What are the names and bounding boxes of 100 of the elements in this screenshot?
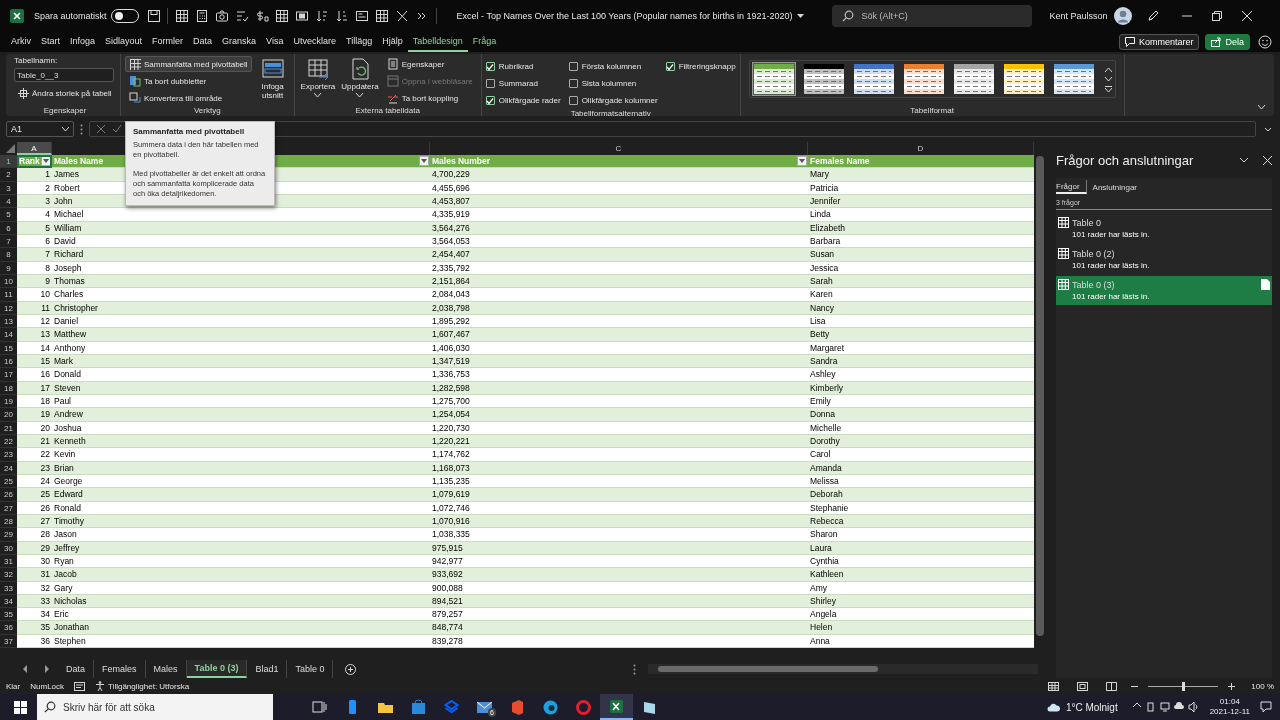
checkbox-label: Filtreringsknapp bbox=[678, 62, 736, 71]
table-cell: Donna bbox=[808, 408, 1034, 422]
ribbon-button[interactable]: Konvertera till område bbox=[125, 90, 252, 106]
table-cell: Andrew bbox=[52, 408, 430, 422]
accessibility-button[interactable]: Tillgänglighet: Utforska bbox=[95, 681, 190, 691]
ribbon-tab[interactable]: Infoga bbox=[65, 32, 101, 52]
table-cell: 4,335,919 bbox=[430, 208, 808, 222]
table-cell: Karen bbox=[808, 288, 1034, 302]
column-title: Females Name bbox=[810, 155, 870, 168]
table-cell: Matthew bbox=[52, 328, 430, 342]
table-cell: 1,174,762 bbox=[430, 448, 808, 462]
group-label: Verktyg bbox=[192, 106, 222, 115]
insert-slicer-button[interactable]: Infoga utsnitt bbox=[255, 56, 290, 106]
table-cell: Carol bbox=[808, 448, 1034, 462]
ribbon-tab[interactable]: Hjälp bbox=[377, 32, 408, 52]
table-cell: 1,038,335 bbox=[430, 528, 808, 542]
pane-tab[interactable]: Frågor bbox=[1056, 180, 1087, 194]
table-cell: 1,079,619 bbox=[430, 488, 808, 502]
clock-date: 2021-12-11 bbox=[1209, 707, 1250, 717]
ribbon-tab[interactable]: Start bbox=[36, 32, 65, 52]
table-cell: Ashley bbox=[808, 368, 1034, 382]
taskbar-search-field[interactable]: Skriv här för att söka bbox=[37, 694, 273, 720]
table-cell: 933,692 bbox=[430, 568, 808, 582]
column-header[interactable]: A bbox=[17, 142, 52, 155]
group-label: Tabellformat bbox=[909, 106, 955, 115]
query-status: 101 rader har lästs in. bbox=[1071, 230, 1151, 239]
table-cell: 25 bbox=[17, 488, 52, 502]
table-cell: 31 bbox=[17, 568, 52, 582]
query-item[interactable]: Table 0 101 rader har lästs in. bbox=[1056, 214, 1272, 243]
ribbon-button[interactable]: Egenskaper bbox=[382, 56, 477, 72]
table-cell: 22 bbox=[17, 448, 52, 462]
search-field[interactable]: Sök (Alt+C) bbox=[831, 5, 1032, 27]
table-cell: Linda bbox=[808, 208, 1034, 222]
weather-text: 1°C Molnigt bbox=[1065, 701, 1118, 713]
ribbon-tab[interactable]: Fråga bbox=[467, 32, 502, 52]
table-cell: Edward bbox=[52, 488, 430, 502]
status-text: NumLock bbox=[30, 681, 65, 691]
query-status: 101 rader har lästs in. bbox=[1071, 292, 1151, 301]
checkbox-label: Olikfärgade rader bbox=[498, 96, 561, 105]
table-cell: Donald bbox=[52, 368, 430, 382]
table-name-field[interactable]: Table_0__3 bbox=[14, 68, 114, 82]
table-cell: 35 bbox=[17, 621, 52, 635]
table-cell: 34 bbox=[17, 608, 52, 622]
table-cell: Jason bbox=[52, 528, 430, 542]
table-cell: 848,774 bbox=[430, 621, 808, 635]
ribbon-button[interactable]: Ta bort koppling bbox=[382, 90, 477, 106]
ribbon-button[interactable]: Sammanfatta med pivottabell bbox=[125, 56, 252, 72]
checkbox-label: Första kolumnen bbox=[581, 62, 642, 71]
table-cell: 28 bbox=[17, 528, 52, 542]
checkbox-label: Olikfärgade kolumner bbox=[581, 96, 658, 105]
row-header[interactable]: 1 bbox=[0, 155, 17, 169]
ribbon-tab[interactable]: Tabelldesign bbox=[407, 32, 468, 52]
ribbon-button[interactable]: Uppdatera bbox=[339, 56, 381, 106]
checkbox-label: Summarad bbox=[498, 79, 538, 88]
ribbon-tab[interactable]: Utvecklare bbox=[288, 32, 341, 52]
document-title[interactable]: Excel - Top Names Over the Last 100 Years (Popular names for births in 1921-2020) bbox=[456, 11, 793, 21]
table-name-label: Tabellnamn: bbox=[14, 56, 59, 65]
sheet-tab[interactable]: Table 0 (3) bbox=[186, 660, 248, 678]
table-cell: Kathleen bbox=[808, 568, 1034, 582]
table-cell: Sharon bbox=[808, 528, 1034, 542]
ribbon-tab[interactable]: Tillägg bbox=[341, 32, 378, 52]
table-cell: Angela bbox=[808, 608, 1034, 622]
status-text: Klar bbox=[6, 681, 21, 691]
query-name: Table 0 (2) bbox=[1072, 248, 1115, 259]
column-title: Males Name bbox=[54, 155, 104, 168]
table-cell: 879,257 bbox=[430, 608, 808, 622]
table-cell: 13 bbox=[17, 328, 52, 342]
table-cell: 16 bbox=[17, 368, 52, 382]
ribbon-tab[interactable]: Visa bbox=[261, 32, 289, 52]
ribbon-button[interactable]: Exportera bbox=[298, 56, 338, 106]
group-label: Egenskaper bbox=[42, 106, 88, 115]
pane-title: Frågor och anslutningar bbox=[1056, 152, 1195, 168]
table-cell: 1,254,054 bbox=[430, 408, 808, 422]
clock-time: 01:04 bbox=[1219, 697, 1240, 707]
table-cell: 1,607,467 bbox=[430, 328, 808, 342]
ribbon-tab[interactable]: Sidlayout bbox=[100, 32, 148, 52]
table-cell: Mary bbox=[808, 168, 1034, 182]
ribbon-button[interactable]: Ta bort dubbletter bbox=[125, 73, 252, 89]
table-cell: Jacob bbox=[52, 568, 430, 582]
query-item[interactable]: Table 0 (2) 101 rader har lästs in. bbox=[1056, 245, 1272, 274]
share-button[interactable]: Dela bbox=[1205, 34, 1250, 50]
ribbon-tab[interactable]: Formler bbox=[147, 32, 189, 52]
table-cell: 4,700,229 bbox=[430, 168, 808, 182]
table-cell: Kevin bbox=[52, 448, 430, 462]
table-cell: 2,084,043 bbox=[430, 288, 808, 302]
name-box[interactable]: A1 bbox=[6, 121, 74, 137]
table-cell: Susan bbox=[808, 248, 1034, 262]
ribbon-tab[interactable]: Arkiv bbox=[6, 32, 36, 52]
zoom-level: 100 % bbox=[1251, 681, 1274, 691]
table-cell: 7 bbox=[17, 248, 52, 262]
table-cell: Betty bbox=[808, 328, 1034, 342]
table-cell: Helen bbox=[808, 621, 1034, 635]
table-cell: Charles bbox=[52, 288, 430, 302]
comments-button[interactable]: Kommentarer bbox=[1118, 34, 1200, 50]
query-item[interactable]: Table 0 (3) 101 rader har lästs in. bbox=[1056, 276, 1272, 305]
pane-tab[interactable]: Anslutningar bbox=[1092, 180, 1144, 194]
resize-table-button[interactable]: Ändra storlek på tabell bbox=[14, 85, 116, 101]
ribbon-tab[interactable]: Data bbox=[188, 32, 218, 52]
table-cell: 2,454,407 bbox=[430, 248, 808, 262]
ribbon-tab[interactable]: Granska bbox=[217, 32, 262, 52]
